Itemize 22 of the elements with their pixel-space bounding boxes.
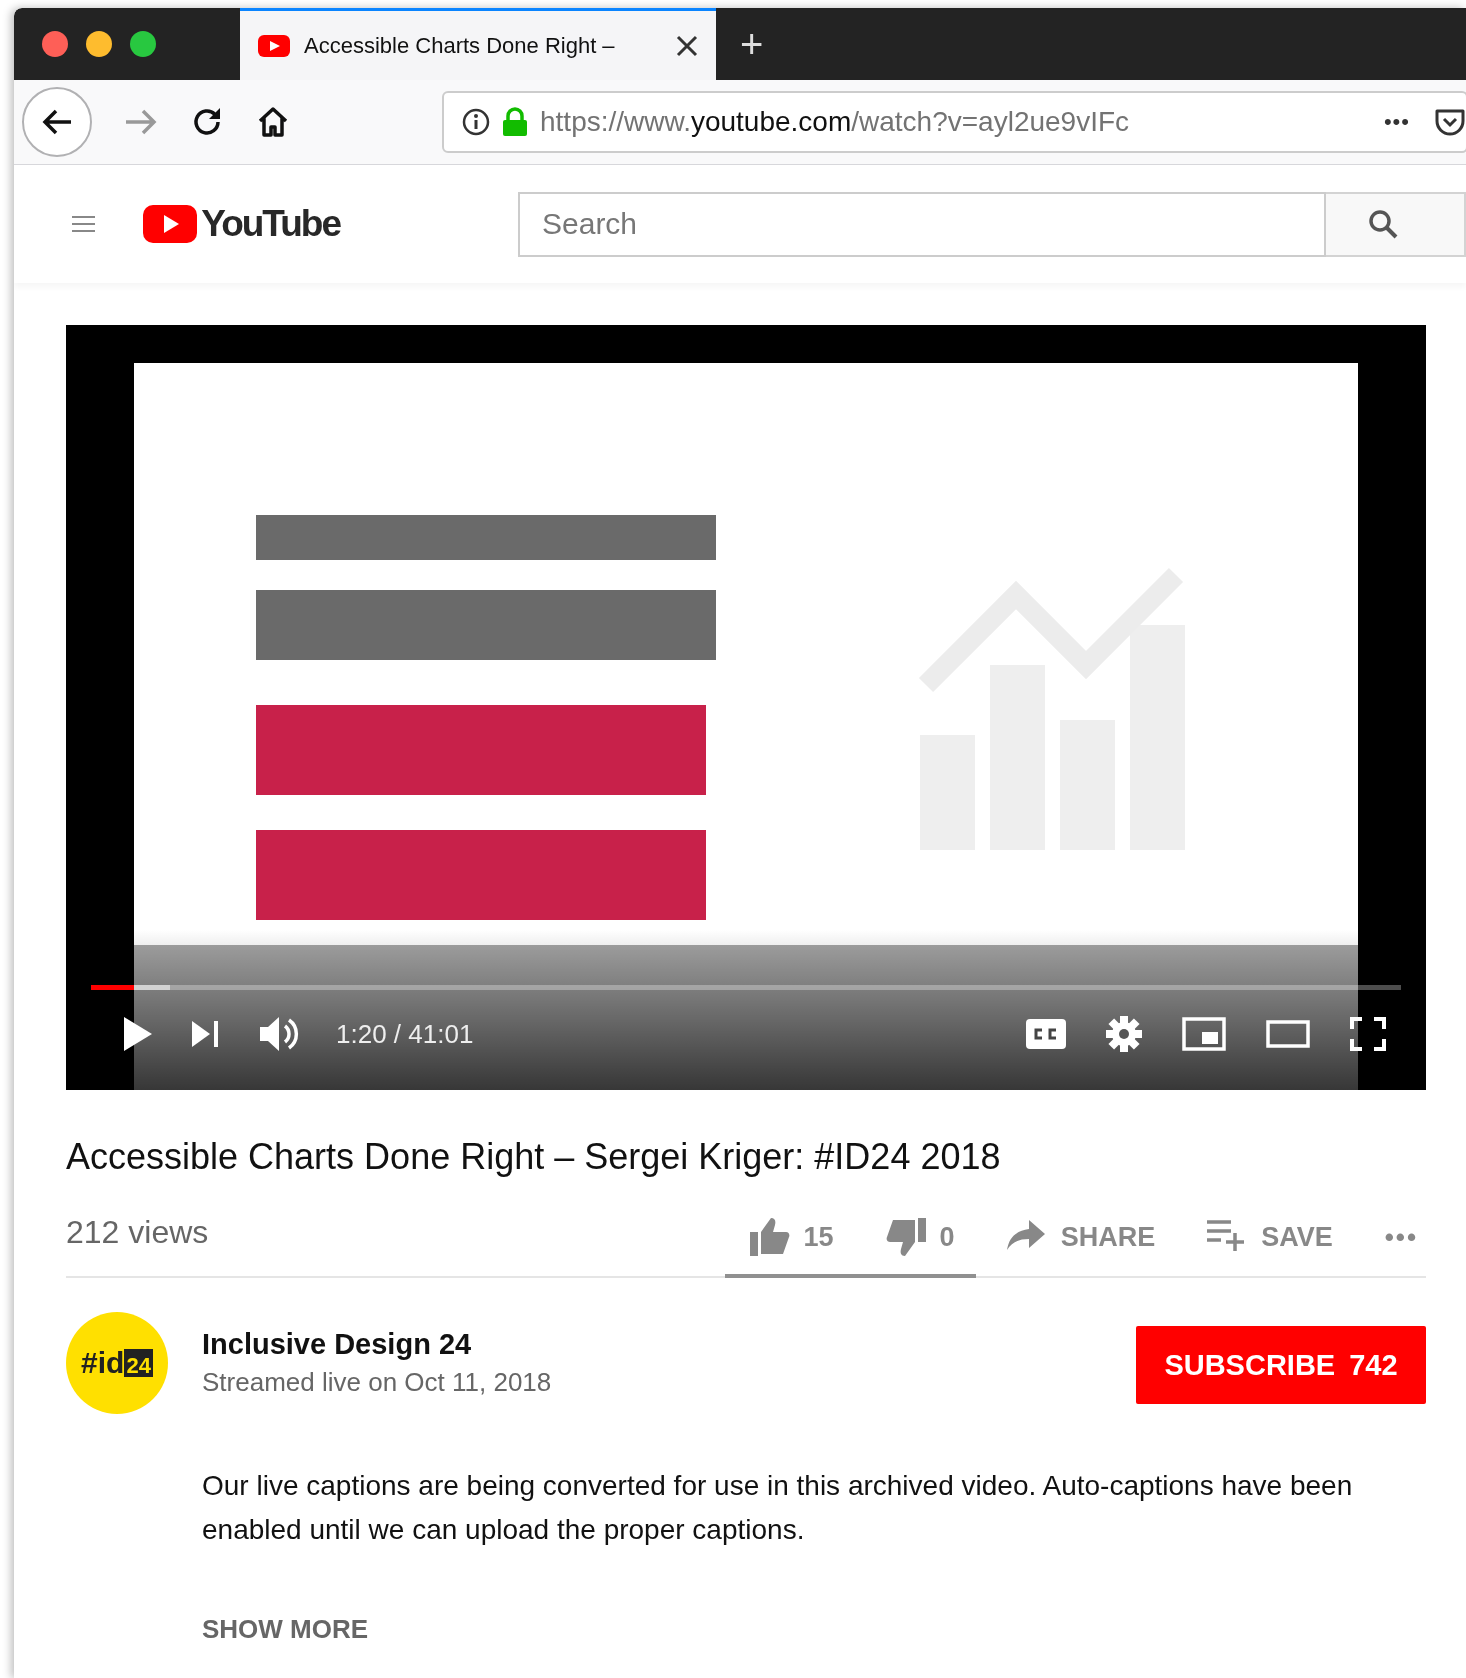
address-bar[interactable]: https://www.youtube.com/watch?v=ayl2ue9vIFc ••• bbox=[442, 91, 1466, 153]
new-tab-button[interactable]: + bbox=[734, 8, 770, 80]
save-button[interactable]: SAVE bbox=[1181, 1202, 1359, 1272]
stream-date: Streamed live on Oct 11, 2018 bbox=[202, 1367, 553, 1398]
page-actions-button[interactable]: ••• bbox=[1383, 109, 1410, 135]
like-button[interactable]: 15 bbox=[723, 1202, 860, 1272]
tab-title: Accessible Charts Done Right – bbox=[304, 32, 616, 59]
view-count: 212 views bbox=[66, 1213, 210, 1251]
subscribe-button[interactable]: SUBSCRIBE 742 bbox=[1136, 1326, 1426, 1404]
show-more-button[interactable]: SHOW MORE bbox=[202, 1614, 369, 1645]
description-text: Our live captions are being converted for use in this archived video. Auto-captions have been enabled until we can upload the proper captions. bbox=[202, 1469, 1354, 1547]
browser-tab[interactable]: Accessible Charts Done Right – bbox=[240, 8, 716, 80]
channel-name[interactable]: Inclusive Design 24 bbox=[202, 1328, 1136, 1361]
logo-text[interactable]: YouTube bbox=[201, 203, 340, 245]
video-title: Accessible Charts Done Right – Sergei Kriger: #ID24 2018 bbox=[66, 1136, 1002, 1178]
dislike-button[interactable]: 0 bbox=[859, 1202, 981, 1272]
more-actions-button[interactable]: ••• bbox=[1358, 1202, 1426, 1272]
channel-avatar[interactable]: #id24 bbox=[66, 1312, 168, 1414]
search-field[interactable]: Search bbox=[518, 191, 1326, 257]
time-display: 1:20 / 41:01 bbox=[336, 1018, 474, 1050]
share-button[interactable]: SHARE bbox=[980, 1202, 1182, 1272]
url-text: https://www.youtube.com/watch?v=ayl2ue9vIFc bbox=[540, 106, 1131, 138]
